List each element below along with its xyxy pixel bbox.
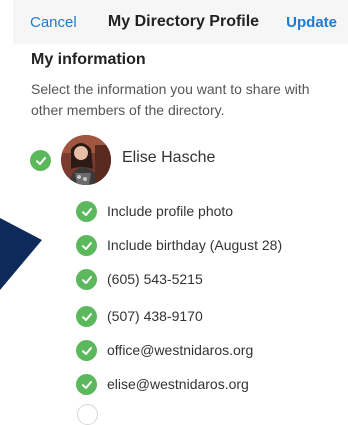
option-checkmark-icon[interactable] — [76, 374, 97, 395]
option-checkmark-icon[interactable] — [76, 235, 97, 256]
navigation-bar: Cancel My Directory Profile Update — [13, 0, 348, 44]
update-button[interactable]: Update — [286, 14, 337, 31]
decorative-navy-shape — [0, 218, 42, 290]
section-description: Select the information you want to share… — [31, 81, 310, 118]
member-checkmark-icon[interactable] — [30, 150, 51, 171]
option-label[interactable]: (507) 438-9170 — [107, 308, 203, 324]
option-checkmark-icon[interactable] — [76, 269, 97, 290]
option-label[interactable]: office@westnidaros.org — [107, 342, 253, 358]
unchecked-circle-icon[interactable] — [77, 404, 98, 425]
option-label[interactable]: elise@westnidaros.org — [107, 376, 249, 392]
option-checkmark-icon[interactable] — [76, 201, 97, 222]
option-label[interactable]: Include birthday (August 28) — [107, 237, 282, 253]
avatar — [61, 135, 111, 185]
section-heading: My information — [31, 51, 146, 68]
member-name: Elise Hasche — [122, 149, 216, 166]
option-checkmark-icon[interactable] — [76, 306, 97, 327]
option-label[interactable]: (605) 543-5215 — [107, 271, 203, 287]
option-label[interactable]: Include profile photo — [107, 203, 233, 219]
option-checkmark-icon[interactable] — [76, 340, 97, 361]
